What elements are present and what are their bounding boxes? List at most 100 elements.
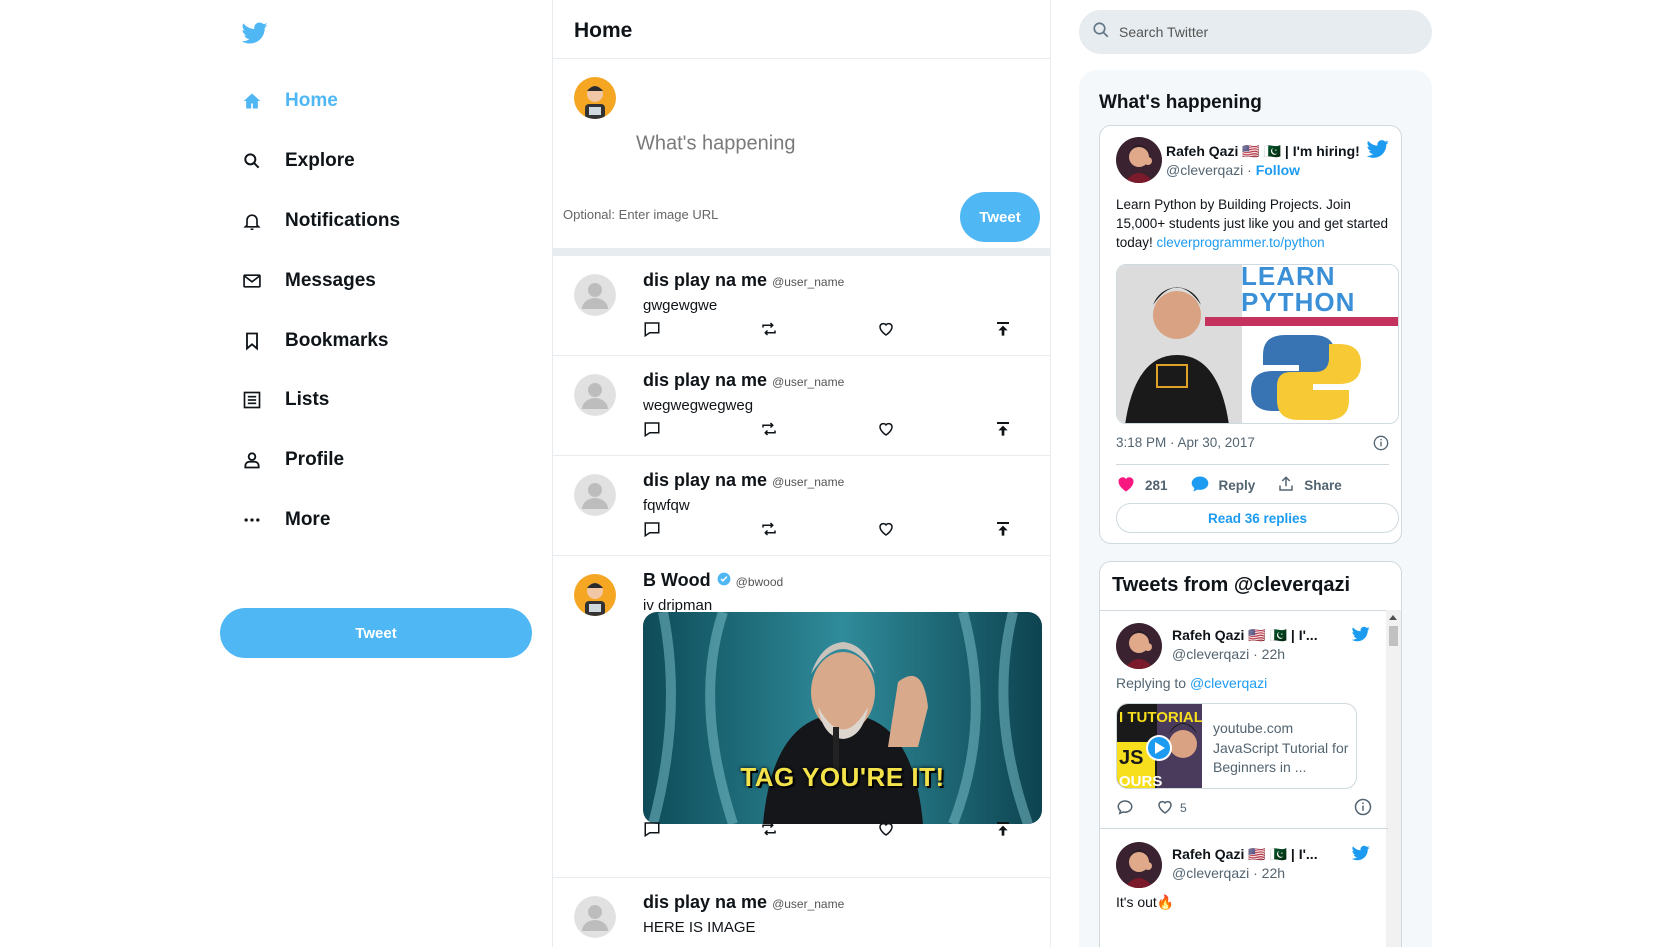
tweet-actions xyxy=(643,418,1050,440)
info-icon[interactable] xyxy=(1373,435,1389,451)
like-button[interactable]: 281 xyxy=(1116,474,1168,497)
scroll-up-arrow-icon[interactable] xyxy=(1389,615,1397,620)
avatar xyxy=(574,374,616,416)
follow-link[interactable]: Follow xyxy=(1256,162,1300,178)
twitter-bird-icon[interactable] xyxy=(1366,138,1391,162)
sidebar-item-label: Bookmarks xyxy=(285,330,389,351)
display-name: B Wood xyxy=(643,570,711,590)
display-name: dis play na me xyxy=(643,370,768,390)
tweet-post: B Wood @bwood iv dripman TAG YOU'RE IT! xyxy=(553,556,1050,878)
sidebar-item-messages[interactable]: Messages xyxy=(240,261,376,301)
sidebar-item-bookmarks[interactable]: Bookmarks xyxy=(240,321,389,361)
svg-text:OURS: OURS xyxy=(1119,773,1162,789)
share-icon[interactable] xyxy=(992,818,1014,840)
embed-username[interactable]: @cleverqazi xyxy=(1166,162,1243,178)
avatar[interactable] xyxy=(1116,623,1162,669)
tweet-gif[interactable]: TAG YOU'RE IT! xyxy=(643,612,1042,824)
like-count: 281 xyxy=(1145,477,1168,493)
timeline-tweet[interactable]: Rafeh Qazi 🇺🇸 🇵🇰 | I'... @cleverqazi · 2… xyxy=(1100,830,1388,947)
sidebar-item-label: Messages xyxy=(285,270,376,291)
tweet-actions xyxy=(643,518,1050,540)
scrollbar[interactable] xyxy=(1386,610,1401,947)
avatar xyxy=(574,474,616,516)
tweet-text: gwgewgwe xyxy=(643,297,718,314)
heart-icon[interactable] xyxy=(875,518,897,540)
sidebar-item-label: Explore xyxy=(285,150,355,171)
display-name[interactable]: Rafeh Qazi 🇺🇸 🇵🇰 | I'... xyxy=(1172,846,1318,863)
share-icon[interactable] xyxy=(992,318,1014,340)
home-icon xyxy=(240,89,264,113)
reply-icon[interactable] xyxy=(641,318,663,340)
retweet-icon[interactable] xyxy=(758,418,780,440)
heart-icon[interactable] xyxy=(875,318,897,340)
tweet-body: dis play na me @user_name HERE IS IMAGE xyxy=(643,892,1040,936)
sidebar-item-notifications[interactable]: Notifications xyxy=(240,201,400,241)
display-name[interactable]: Rafeh Qazi 🇺🇸 🇵🇰 | I'... xyxy=(1172,627,1318,644)
share-icon[interactable] xyxy=(992,518,1014,540)
scroll-thumb[interactable] xyxy=(1389,626,1398,646)
person-icon xyxy=(240,448,264,472)
compose-input[interactable] xyxy=(636,132,1016,156)
heart-filled-icon xyxy=(1116,474,1136,497)
sidebar-tweet-button[interactable]: Tweet xyxy=(220,608,532,658)
sidebar-item-profile[interactable]: Profile xyxy=(240,440,344,480)
search-bar[interactable] xyxy=(1079,10,1432,54)
share-icon[interactable] xyxy=(992,418,1014,440)
compose-tweet-button[interactable]: Tweet xyxy=(960,192,1040,242)
sidebar-item-home[interactable]: Home xyxy=(240,81,338,121)
avatar[interactable] xyxy=(1116,842,1162,888)
link-card[interactable]: I TUTORIAL JS OURS youtube.com JavaScrip… xyxy=(1116,703,1357,789)
gif-caption: TAG YOU'RE IT! xyxy=(740,762,945,792)
reply-icon[interactable] xyxy=(641,818,663,840)
tweet-text: fqwfqw xyxy=(643,497,690,514)
heart-icon[interactable] xyxy=(1156,798,1174,819)
twitter-logo-icon[interactable] xyxy=(241,20,272,50)
embed-link[interactable]: cleverprogrammer.to/python xyxy=(1157,235,1325,250)
info-icon[interactable] xyxy=(1354,798,1372,819)
tweet-text: wegwegwegweg xyxy=(643,397,754,414)
sidebar-item-lists[interactable]: Lists xyxy=(240,380,329,420)
tweet-post: dis play na me @user_name HERE IS IMAGE xyxy=(553,878,1050,947)
heart-icon[interactable] xyxy=(875,418,897,440)
embed-timestamp[interactable]: 3:18 PM · Apr 30, 2017 xyxy=(1116,435,1255,450)
page-title: Home xyxy=(574,19,633,42)
tweet-actions xyxy=(643,818,1050,840)
sidebar-item-label: Profile xyxy=(285,449,345,470)
reply-icon[interactable] xyxy=(641,418,663,440)
twitter-bird-icon[interactable] xyxy=(1351,625,1372,645)
reply-icon[interactable] xyxy=(641,518,663,540)
share-button[interactable]: Share xyxy=(1277,475,1342,496)
search-input[interactable] xyxy=(1119,24,1419,40)
timeline-tweet[interactable]: Rafeh Qazi 🇺🇸 🇵🇰 | I'... @cleverqazi · 2… xyxy=(1100,611,1388,829)
retweet-icon[interactable] xyxy=(758,318,780,340)
tweet-actions xyxy=(643,318,1050,340)
retweet-icon[interactable] xyxy=(758,518,780,540)
heart-icon[interactable] xyxy=(875,818,897,840)
timeline-title[interactable]: Tweets from @cleverqazi xyxy=(1112,574,1350,597)
embedded-tweet[interactable]: Rafeh Qazi 🇺🇸 🇵🇰 | I'm hiring! @cleverqa… xyxy=(1099,125,1402,544)
search-icon xyxy=(1092,21,1110,44)
tweet-post: dis play na me @user_name wegwegwegweg xyxy=(553,356,1050,456)
retweet-icon[interactable] xyxy=(758,818,780,840)
avatar[interactable] xyxy=(1116,137,1162,183)
avatar xyxy=(574,77,616,119)
image-url-input[interactable] xyxy=(563,207,883,222)
sidebar-item-explore[interactable]: Explore xyxy=(240,141,355,181)
embed-image[interactable]: LEARN PYTHON xyxy=(1116,264,1399,424)
username: @user_name xyxy=(772,475,845,489)
replying-to: Replying to @cleverqazi xyxy=(1116,675,1267,691)
embed-display-name[interactable]: Rafeh Qazi 🇺🇸 🇵🇰 | I'm hiring! xyxy=(1166,143,1360,160)
username: @cleverqazi · 22h xyxy=(1172,646,1286,662)
reply-mention[interactable]: @cleverqazi xyxy=(1190,675,1267,691)
video-thumbnail: I TUTORIAL JS OURS xyxy=(1117,704,1203,789)
reply-button[interactable]: Reply xyxy=(1190,474,1255,497)
sidebar-item-more[interactable]: More xyxy=(240,500,330,540)
twitter-bird-icon[interactable] xyxy=(1351,844,1372,864)
read-replies-button[interactable]: Read 36 replies xyxy=(1116,503,1399,533)
sidebar-item-label: Home xyxy=(285,90,338,111)
mail-icon xyxy=(240,269,264,293)
divider xyxy=(1116,464,1389,465)
image-title-2: PYTHON xyxy=(1241,287,1356,317)
username: @user_name xyxy=(772,897,845,911)
reply-icon[interactable] xyxy=(1116,798,1134,819)
